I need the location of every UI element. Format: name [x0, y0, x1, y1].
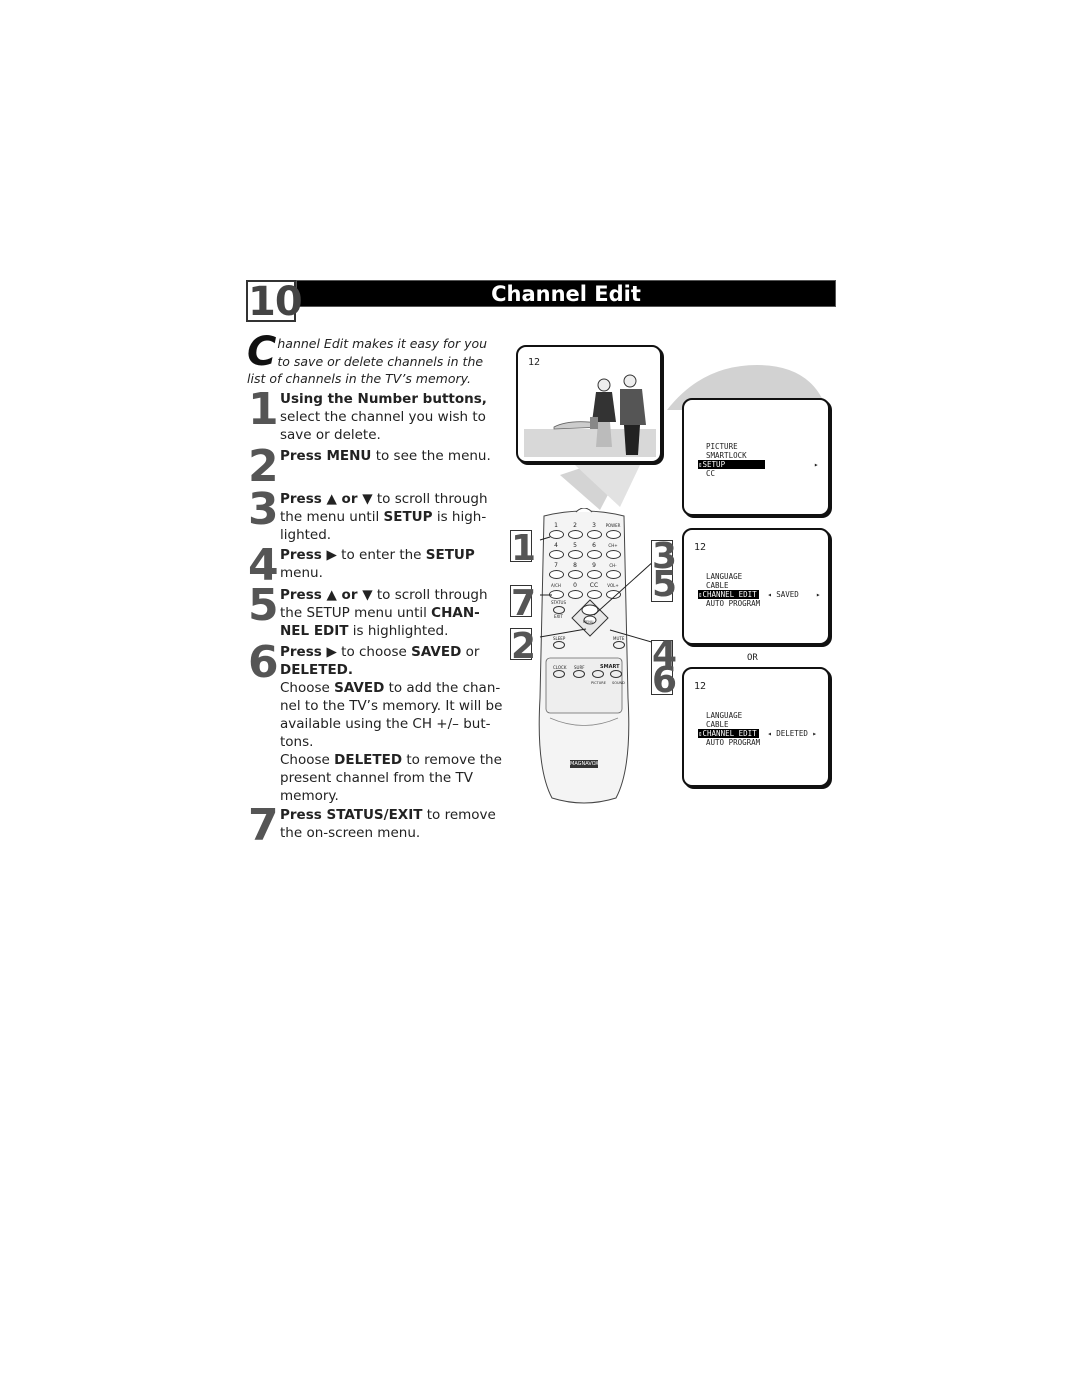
- right-arrow-icon: ▸: [816, 590, 821, 599]
- remote-brand: MAGNAVOX: [570, 761, 599, 767]
- menu-item: LANGUAGE: [706, 572, 743, 581]
- menu-item-highlighted: ⇕CHANNEL EDIT ◂ DELETED ▸: [698, 729, 828, 738]
- step-number: 5: [248, 580, 279, 631]
- menu-item-label: CHANNEL EDIT: [702, 590, 757, 599]
- step-text: select the channel you wish to save or d…: [280, 409, 486, 443]
- menu-item-highlighted: ⇕SETUP ▸: [698, 460, 826, 469]
- callout-step-4-6: 4 6: [651, 634, 678, 701]
- option-value: DELETED: [776, 729, 808, 738]
- step-bold: Press ▲ or ▼: [280, 491, 373, 507]
- step-3: 3 Press ▲ or ▼ to scroll through the men…: [248, 484, 503, 544]
- step-bold: DELETED.: [280, 662, 354, 678]
- setup-menu: LANGUAGE CABLE ⇕CHANNEL EDIT ◂ DELETED ▸…: [698, 711, 828, 747]
- main-menu: PICTURE SMARTLOCK ⇕SETUP ▸ CC: [698, 442, 826, 478]
- callout-step-3-5: 3 5: [651, 536, 678, 605]
- tv-screen-setup-deleted: 12 LANGUAGE CABLE ⇕CHANNEL EDIT ◂ DELETE…: [682, 667, 830, 787]
- menu-item: AUTO PROGRAM: [706, 738, 761, 747]
- menu-item-highlighted: ⇕CHANNEL EDIT ◂ SAVED ▸: [698, 590, 828, 599]
- intro-text: hannel Edit makes it easy for you to sav…: [247, 336, 488, 386]
- step-bold: SETUP: [425, 547, 475, 563]
- menu-item-label: CHANNEL EDIT: [702, 729, 757, 738]
- step-text: Choose: [280, 680, 335, 696]
- menu-item: AUTO PROGRAM: [706, 599, 761, 608]
- step-5: 5 Press ▲ or ▼ to scroll through the SET…: [248, 580, 503, 640]
- step-number: 3: [248, 484, 279, 535]
- couple-illustration: [524, 374, 656, 457]
- tv-screen-main-menu: PICTURE SMARTLOCK ⇕SETUP ▸ CC: [682, 398, 830, 516]
- left-arrow-icon: ◂: [767, 729, 772, 738]
- option-value: SAVED: [776, 590, 799, 599]
- step-text: to choose: [336, 644, 412, 660]
- callout-step-1: 1: [510, 528, 537, 569]
- picture-label: PICTURE: [591, 681, 606, 685]
- step-bold: SAVED: [411, 644, 462, 660]
- step-4: 4 Press ▶ to enter the SETUP menu.: [248, 544, 503, 588]
- step-text: to enter the: [336, 547, 426, 563]
- tv-screen-picture: 12: [516, 345, 662, 463]
- step-number: 6: [248, 637, 279, 688]
- step-bold: SAVED: [334, 680, 385, 696]
- step-bold: SETUP: [383, 509, 433, 525]
- step-text: or: [461, 644, 480, 660]
- step-text: Choose: [280, 752, 335, 768]
- menu-item: CABLE: [706, 720, 729, 729]
- channel-number: 12: [694, 681, 707, 692]
- callout-step-2: 2: [510, 626, 537, 667]
- step-6: 6 Press ▶ to choose SAVED or DELETED. Ch…: [248, 637, 503, 805]
- step-bold: DELETED: [334, 752, 403, 768]
- step-bold: Using the Number buttons,: [280, 391, 487, 407]
- step-bold: Press MENU: [280, 448, 372, 464]
- right-arrow-icon: ▸: [814, 460, 819, 469]
- step-number: 1: [248, 384, 279, 435]
- step-bold: Press ▶: [280, 644, 337, 660]
- channel-number: 12: [694, 542, 707, 553]
- menu-item: CABLE: [706, 581, 729, 590]
- step-1: 1 Using the Number buttons, select the c…: [248, 384, 503, 444]
- setup-menu: LANGUAGE CABLE ⇕CHANNEL EDIT ◂ SAVED ▸ A…: [698, 572, 828, 608]
- section-title-bar: Channel Edit: [296, 280, 836, 307]
- section-title: Channel Edit: [491, 282, 641, 306]
- sound-label: SOUND: [612, 681, 625, 685]
- tv-screen-setup-saved: 12 LANGUAGE CABLE ⇕CHANNEL EDIT ◂ SAVED …: [682, 528, 830, 645]
- step-bold: Press ▲ or ▼: [280, 587, 373, 603]
- step-bold: Press ▶: [280, 547, 337, 563]
- step-bold: Press STATUS/EXIT: [280, 807, 423, 823]
- or-label: OR: [747, 653, 758, 663]
- menu-item: SMARTLOCK: [706, 451, 747, 460]
- step-number: 2: [248, 441, 279, 492]
- left-arrow-icon: ◂: [767, 590, 772, 599]
- step-number: 7: [248, 800, 279, 851]
- menu-item-label: SETUP: [702, 460, 726, 469]
- step-2: 2 Press MENU to see the menu.: [248, 445, 503, 489]
- menu-item: PICTURE: [706, 442, 738, 451]
- menu-item: LANGUAGE: [706, 711, 743, 720]
- step-text: to see the menu.: [371, 448, 491, 464]
- step-text: menu.: [280, 565, 323, 581]
- right-arrow-icon: ▸: [812, 729, 817, 738]
- drop-cap: C: [247, 329, 277, 375]
- section-number: 10: [246, 279, 303, 325]
- intro-paragraph: Channel Edit makes it easy for you to sa…: [247, 329, 497, 388]
- step-text: is highlighted.: [348, 623, 449, 639]
- step-7: 7 Press STATUS/EXIT to remove the on-scr…: [248, 804, 503, 848]
- menu-item: CC: [706, 469, 716, 478]
- callout-step-7: 7: [510, 583, 537, 624]
